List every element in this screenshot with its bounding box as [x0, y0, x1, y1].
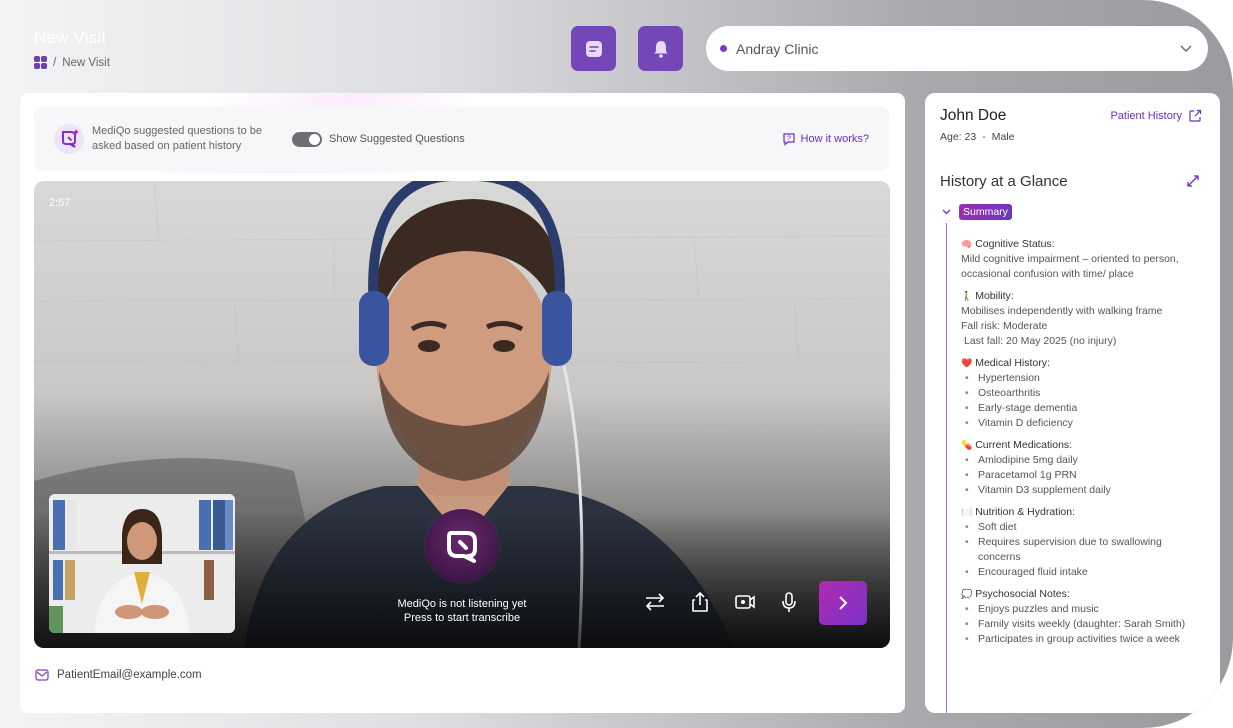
app-shell: New Visit / New Visit Andray Clinic Medi…	[0, 0, 1233, 728]
microphone-button[interactable]	[777, 590, 801, 614]
toggle-label: Show Suggested Questions	[329, 133, 465, 145]
section-text: Fall risk: Moderate	[961, 320, 1048, 332]
start-transcribe-button[interactable]	[425, 509, 499, 583]
summary-toggle[interactable]: Summary	[942, 204, 1012, 220]
psychosocial-section: 💭Psychosocial Notes: Enjoys puzzles and …	[961, 587, 1206, 647]
section-title: Cognitive Status:	[975, 238, 1055, 250]
section-text: Last fall: 20 May 2025 (no injury)	[964, 335, 1117, 347]
list-item: Vitamin D deficiency	[961, 416, 1206, 431]
chevron-down-icon	[942, 209, 951, 215]
list-item: Paracetamol 1g PRN	[961, 468, 1206, 483]
medical-history-section: ❤️Medical History: Hypertension Osteoart…	[961, 356, 1206, 431]
summary-badge: Summary	[959, 204, 1012, 220]
clinic-status-dot	[720, 45, 727, 52]
heart-icon: ❤️	[961, 358, 973, 368]
video-camera-icon	[735, 595, 755, 609]
doctor-self-view[interactable]	[49, 494, 235, 633]
doctor-video-feed	[49, 494, 235, 633]
section-text: Mild cognitive impairment – oriented to …	[961, 253, 1179, 280]
chevron-down-icon	[1180, 45, 1192, 52]
patient-history-link[interactable]: Patient History	[1110, 109, 1202, 123]
transcribe-status: MediQo is not listening yet Press to sta…	[364, 597, 560, 625]
notes-icon	[585, 40, 602, 57]
how-it-works-link[interactable]: ? How it works?	[782, 132, 869, 146]
mediqo-sparkle-icon	[54, 124, 84, 154]
notifications-button[interactable]	[638, 26, 683, 71]
suggestion-description: MediQo suggested questions to be asked b…	[92, 125, 263, 152]
list-item: Soft diet	[961, 520, 1206, 535]
section-title: Nutrition & Hydration:	[975, 506, 1076, 518]
section-title: Medical History:	[975, 357, 1050, 369]
list-item: Early-stage dementia	[961, 401, 1206, 416]
nutrition-section: 🍽️Nutrition & Hydration: Soft diet Requi…	[961, 505, 1206, 580]
patient-age: Age: 23	[940, 131, 977, 143]
mediqo-logo-icon	[447, 531, 477, 563]
list-item: Hypertension	[961, 371, 1206, 386]
mail-icon	[35, 669, 49, 681]
list-item: Osteoarthritis	[961, 386, 1206, 401]
pill-icon: 💊	[961, 440, 973, 450]
switch-camera-button[interactable]	[643, 590, 667, 614]
cognitive-section: 🧠 Cognitive Status: Mild cognitive impair…	[961, 237, 1206, 282]
mobility-section: 🚶 Mobility: Mobilises independently with …	[961, 289, 1206, 349]
microphone-icon	[782, 592, 796, 612]
list-item: Amlodipine 5mg daily	[961, 453, 1206, 468]
video-toggle-button[interactable]	[733, 590, 757, 614]
suggested-questions-toggle[interactable]	[292, 131, 322, 147]
bell-icon	[654, 40, 667, 58]
transcribe-status-line2: Press to start transcribe	[403, 612, 521, 624]
help-icon: ?	[782, 133, 795, 146]
chevron-right-icon	[839, 596, 848, 610]
patient-sex: Male	[991, 131, 1015, 143]
patient-name: John Doe	[940, 107, 1007, 124]
medications-section: 💊Current Medications: Amlodipine 5mg dai…	[961, 438, 1206, 498]
next-button[interactable]	[819, 581, 867, 625]
share-button[interactable]	[688, 590, 712, 614]
dashboard-icon[interactable]	[34, 56, 47, 69]
call-timer: 2:57	[49, 197, 71, 209]
patient-email-row[interactable]: PatientEmail@example.com	[35, 669, 202, 681]
page-title: New Visit	[34, 28, 107, 47]
brain-icon: 🧠	[961, 239, 973, 249]
thought-bubble-icon: 💭	[961, 589, 973, 599]
list-item: Requires supervision due to swallowing c…	[961, 535, 1206, 565]
history-glance-title: History at a Glance	[940, 173, 1068, 190]
list-item: Enjoys puzzles and music	[961, 602, 1206, 617]
list-item: Family visits weekly (daughter: Sarah Sm…	[961, 617, 1206, 632]
clinic-name: Andray Clinic	[736, 40, 819, 57]
notes-button[interactable]	[571, 26, 616, 71]
list-item: Encouraged fluid intake	[961, 565, 1206, 580]
section-text: Mobilises independently with walking fra…	[961, 305, 1163, 317]
share-icon	[692, 591, 708, 612]
breadcrumb: / New Visit	[34, 56, 110, 69]
how-it-works-label: How it works?	[800, 133, 869, 145]
transcribe-status-line1: MediQo is not listening yet	[397, 598, 527, 610]
visit-panel: MediQo suggested questions to be asked b…	[20, 93, 905, 713]
suggested-questions-bar: MediQo suggested questions to be asked b…	[34, 107, 889, 171]
walking-icon: 🚶	[961, 291, 973, 301]
video-call-area[interactable]: 2:57 MediQo is not listening yet Press t…	[34, 181, 890, 648]
list-item: Participates in group activities twice a…	[961, 632, 1206, 647]
plate-icon: 🍽️	[961, 507, 973, 517]
breadcrumb-separator: /	[53, 56, 57, 69]
external-link-icon	[1189, 109, 1202, 122]
clinic-select[interactable]: Andray Clinic	[706, 26, 1208, 71]
summary-content: 🧠 Cognitive Status: Mild cognitive impair…	[961, 237, 1206, 654]
section-title: Psychosocial Notes:	[975, 588, 1070, 600]
section-title: Mobility:	[975, 290, 1014, 302]
svg-text:?: ?	[787, 136, 791, 143]
summary-timeline-line	[946, 223, 947, 713]
patient-history-label: Patient History	[1110, 110, 1182, 122]
breadcrumb-current: New Visit	[62, 56, 110, 69]
list-item: Vitamin D3 supplement daily	[961, 483, 1206, 498]
patient-demographics: Age: 23- Male	[940, 131, 1015, 143]
swap-arrows-icon	[645, 593, 665, 611]
patient-panel: John Doe Age: 23- Male Patient History Hi…	[925, 93, 1220, 713]
patient-email: PatientEmail@example.com	[57, 669, 202, 681]
section-title: Current Medications:	[975, 439, 1073, 451]
expand-icon[interactable]	[1186, 174, 1200, 188]
